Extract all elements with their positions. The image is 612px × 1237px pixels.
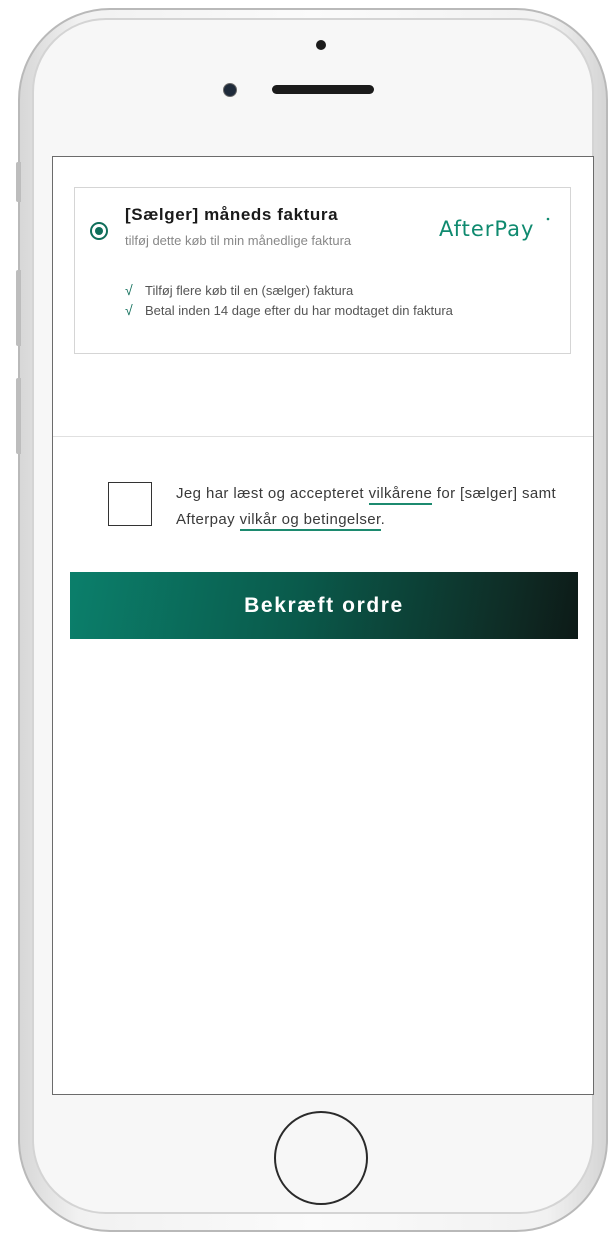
afterpay-logo: AfterPay	[439, 217, 550, 241]
confirm-order-button[interactable]: Bekræft ordre	[70, 572, 578, 639]
terms-checkbox[interactable]	[108, 482, 152, 526]
volume-down-button	[16, 378, 21, 454]
payment-option-subtitle: tilføj dette køb til min månedlige faktu…	[125, 233, 352, 248]
section-divider	[53, 436, 593, 437]
earpiece-speaker	[272, 85, 374, 94]
benefit-text: Tilføj flere køb til en (sælger) faktura	[145, 282, 354, 298]
benefit-list: √ Tilføj flere køb til en (sælger) faktu…	[125, 280, 453, 320]
payment-option-title: [Sælger] måneds faktura	[125, 205, 339, 224]
phone-screen: [Sælger] måneds faktura tilføj dette køb…	[52, 156, 594, 1095]
volume-up-button	[16, 270, 21, 346]
home-button[interactable]	[274, 1111, 368, 1205]
terms-text-before: Jeg har læst og accepteret	[176, 485, 369, 502]
benefit-text: Betal inden 14 dage efter du har modtage…	[145, 302, 453, 318]
radio-selected-dot	[95, 227, 103, 235]
terms-text: Jeg har læst og accepteret vilkårene for…	[176, 481, 571, 533]
benefit-item: √ Tilføj flere køb til en (sælger) faktu…	[125, 280, 453, 300]
check-icon: √	[125, 302, 133, 318]
check-icon: √	[125, 282, 133, 298]
vilkaar-og-betingelser-link[interactable]: vilkår og betingelser	[239, 511, 381, 531]
benefit-item: √ Betal inden 14 dage efter du har modta…	[125, 300, 453, 320]
payment-option-radio[interactable]	[90, 222, 108, 240]
afterpay-logo-text: AfterPay	[439, 217, 534, 241]
mute-switch	[16, 162, 21, 202]
vilkaarene-link[interactable]: vilkårene	[368, 485, 433, 505]
front-camera-icon	[223, 83, 237, 97]
proximity-sensor	[316, 40, 326, 50]
payment-option-card[interactable]: [Sælger] måneds faktura tilføj dette køb…	[74, 187, 571, 354]
terms-text-after: .	[380, 511, 386, 528]
